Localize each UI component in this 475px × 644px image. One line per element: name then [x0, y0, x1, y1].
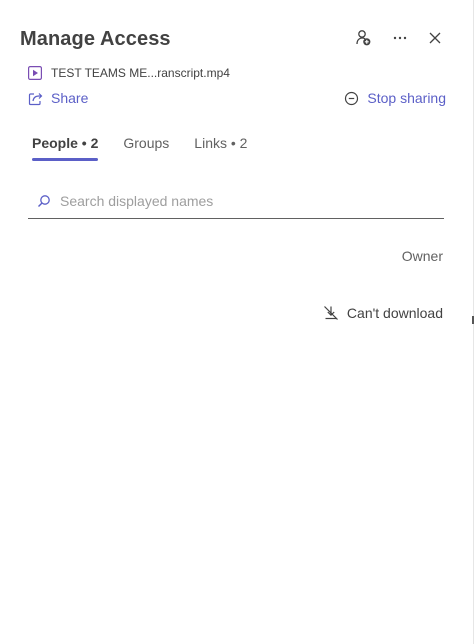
tab-groups[interactable]: Groups — [123, 135, 169, 161]
stop-sharing-button[interactable]: Stop sharing — [344, 90, 446, 106]
file-info: TEST TEAMS ME...ranscript.mp4 — [28, 66, 230, 80]
page-title: Manage Access — [20, 28, 171, 50]
video-file-icon — [28, 66, 42, 80]
resize-handle[interactable] — [472, 316, 474, 324]
permission-dropdown[interactable]: Can't download — [323, 305, 443, 321]
tab-people[interactable]: People • 2 — [32, 135, 99, 161]
share-label: Share — [51, 90, 89, 106]
tab-links[interactable]: Links • 2 — [194, 135, 247, 161]
search-box — [28, 184, 444, 219]
add-people-icon — [356, 30, 371, 46]
permission-label: Can't download — [346, 305, 443, 321]
search-input[interactable] — [60, 193, 420, 209]
stop-circle-icon — [345, 91, 359, 105]
no-download-icon — [323, 306, 338, 320]
share-button[interactable]: Share — [28, 90, 88, 106]
more-options-button[interactable] — [389, 27, 411, 49]
share-icon — [28, 92, 43, 105]
add-people-button[interactable] — [352, 27, 374, 49]
file-name: TEST TEAMS ME...ranscript.mp4 — [51, 66, 230, 80]
owner-role-label: Owner — [401, 248, 443, 264]
manage-access-panel: Manage Access TEST TEAMS ME...ranscript.… — [0, 0, 474, 644]
close-button[interactable] — [424, 27, 446, 49]
search-icon — [38, 195, 50, 207]
access-tabs: People • 2 Groups Links • 2 — [32, 135, 272, 161]
stop-sharing-label: Stop sharing — [367, 90, 446, 106]
more-options-icon — [393, 36, 407, 40]
close-icon — [429, 32, 441, 44]
